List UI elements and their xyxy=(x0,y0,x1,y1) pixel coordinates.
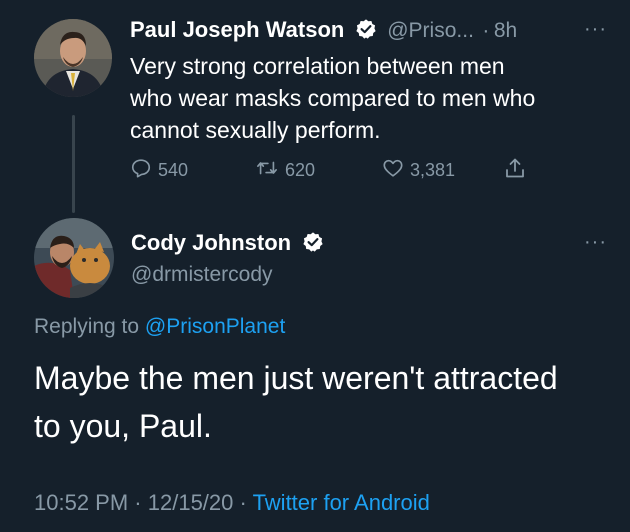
tweet2-meta: 10:52 PM · 12/15/20 · Twitter for Androi… xyxy=(34,490,430,516)
more-icon[interactable]: ··· xyxy=(584,231,607,254)
meta-separator: · xyxy=(134,490,142,515)
replying-to-line: Replying to @PrisonPlanet xyxy=(34,315,285,339)
tweet1-text-line: who wear masks compared to men who xyxy=(130,85,536,111)
tweet1-text-line: cannot sexually perform. xyxy=(130,117,381,143)
tweet1-text: Very strong correlation between men who … xyxy=(130,50,610,146)
avatar-cody-johnston[interactable] xyxy=(34,218,114,298)
retweet-count: 620 xyxy=(285,160,316,180)
retweet-icon xyxy=(255,157,285,184)
thread-connector-line xyxy=(72,115,75,213)
share-icon xyxy=(503,156,533,185)
like-count: 3,381 xyxy=(410,160,456,180)
more-icon[interactable]: ··· xyxy=(584,18,607,41)
verified-badge-icon xyxy=(355,18,377,45)
replying-to-label: Replying to xyxy=(34,315,140,338)
verified-badge-icon xyxy=(302,231,324,258)
tweet2-text-line: to you, Paul. xyxy=(34,408,212,444)
like-button[interactable]: 3,381 xyxy=(382,157,455,184)
tweet1-display-name[interactable]: Paul Joseph Watson xyxy=(130,17,344,42)
tweet2-source-link[interactable]: Twitter for Android xyxy=(253,490,430,515)
tweet1-handle[interactable]: @Priso... xyxy=(387,19,474,42)
tweet1-header: Paul Joseph Watson @Priso... · 8h xyxy=(130,17,620,49)
tweet1-separator: · xyxy=(482,19,490,42)
tweet2-text: Maybe the men just weren't attracted to … xyxy=(34,354,624,450)
reply-button[interactable]: 540 xyxy=(130,157,188,184)
like-icon xyxy=(382,157,410,184)
tweet2-display-name[interactable]: Cody Johnston xyxy=(131,230,291,255)
retweet-button[interactable]: 620 xyxy=(255,157,315,184)
tweet1-text-line: Very strong correlation between men xyxy=(130,53,505,79)
tweet2-date[interactable]: 12/15/20 xyxy=(148,490,234,515)
tweet1-time[interactable]: 8h xyxy=(494,19,517,42)
reply-count: 540 xyxy=(158,160,189,180)
tweet2-handle[interactable]: @drmistercody xyxy=(131,263,273,287)
avatar-paul-joseph-watson[interactable] xyxy=(34,19,112,97)
meta-separator: · xyxy=(239,490,247,515)
share-button[interactable] xyxy=(503,156,533,185)
replying-to-handle-link[interactable]: @PrisonPlanet xyxy=(145,315,285,338)
tweet2-header: Cody Johnston xyxy=(131,230,571,258)
tweet2-time[interactable]: 10:52 PM xyxy=(34,490,128,515)
tweet2-text-line: Maybe the men just weren't attracted xyxy=(34,360,558,396)
reply-icon xyxy=(130,157,158,184)
